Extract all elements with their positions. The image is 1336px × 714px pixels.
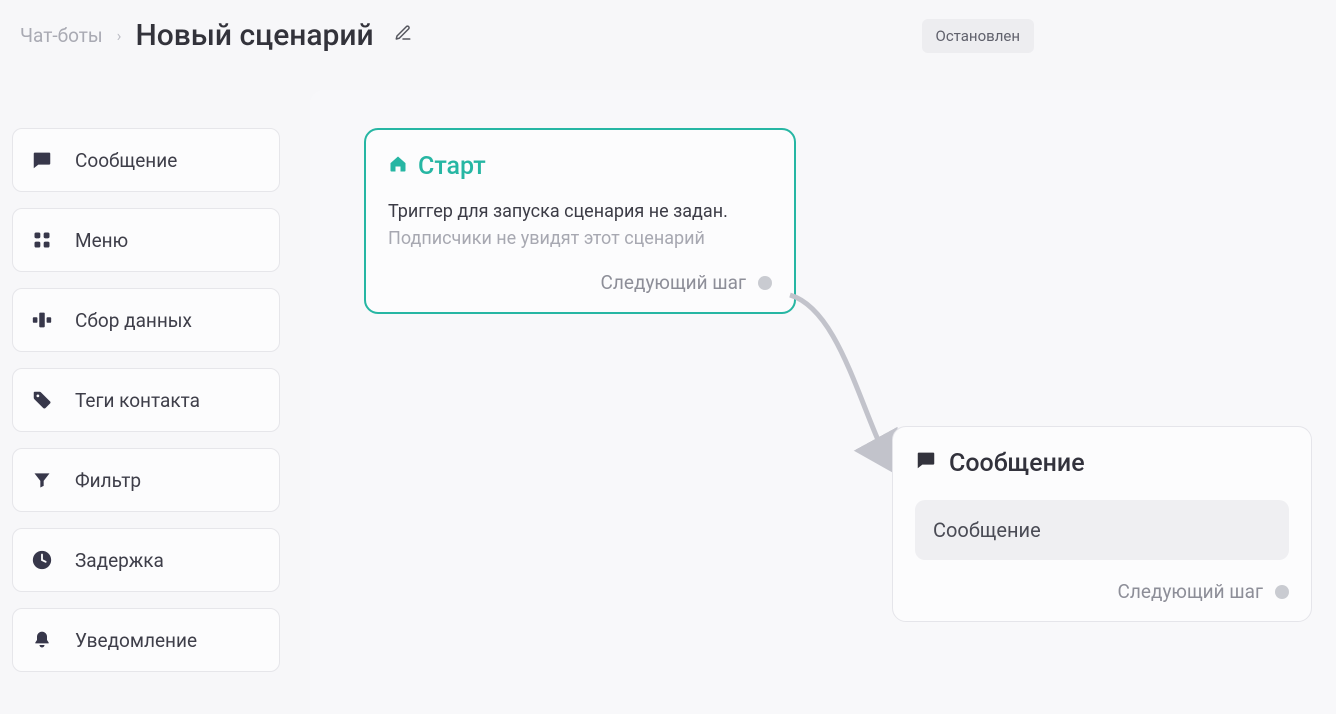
palette-item-message[interactable]: Сообщение	[12, 128, 280, 192]
node-message[interactable]: Сообщение Сообщение Следующий шаг	[892, 426, 1312, 622]
palette-item-filter[interactable]: Фильтр	[12, 448, 280, 512]
pencil-icon	[394, 27, 412, 46]
palette-label: Меню	[75, 229, 128, 252]
connector-dot[interactable]	[1275, 585, 1289, 599]
block-palette: Сообщение Меню Сбор данных Теги контакта…	[12, 128, 280, 672]
edit-title-button[interactable]	[388, 18, 418, 53]
home-icon	[388, 152, 408, 181]
bell-icon	[31, 629, 53, 651]
form-icon	[31, 309, 53, 331]
palette-label: Уведомление	[75, 629, 197, 652]
start-next-step[interactable]: Следующий шаг	[388, 271, 772, 294]
node-start[interactable]: Старт Триггер для запуска сценария не за…	[364, 128, 796, 314]
grid-icon	[31, 229, 53, 251]
palette-label: Теги контакта	[75, 389, 200, 412]
palette-label: Сообщение	[75, 149, 177, 172]
message-icon	[915, 449, 937, 478]
header: Чат-боты › Новый сценарий Остановлен	[0, 0, 1336, 71]
palette-item-notification[interactable]: Уведомление	[12, 608, 280, 672]
node-start-title: Старт	[388, 152, 772, 181]
start-trigger-text: Триггер для запуска сценария не задан.	[388, 201, 772, 222]
start-trigger-subtext: Подписчики не увидят этот сценарий	[388, 228, 772, 249]
message-icon	[31, 149, 53, 171]
message-body-input[interactable]: Сообщение	[915, 500, 1289, 560]
message-next-step[interactable]: Следующий шаг	[915, 580, 1289, 603]
node-message-title: Сообщение	[915, 449, 1289, 478]
next-step-label: Следующий шаг	[1118, 580, 1263, 603]
breadcrumb-root[interactable]: Чат-боты	[20, 24, 103, 47]
filter-icon	[31, 469, 53, 491]
connector-dot[interactable]	[758, 276, 772, 290]
palette-label: Сбор данных	[75, 309, 192, 332]
flow-canvas[interactable]: Старт Триггер для запуска сценария не за…	[310, 90, 1336, 714]
node-start-title-text: Старт	[418, 152, 486, 181]
palette-item-contact-tags[interactable]: Теги контакта	[12, 368, 280, 432]
node-message-title-text: Сообщение	[949, 449, 1085, 478]
palette-item-menu[interactable]: Меню	[12, 208, 280, 272]
status-badge: Остановлен	[922, 19, 1035, 53]
tag-icon	[31, 389, 53, 411]
chevron-right-icon: ›	[117, 26, 122, 45]
clock-icon	[31, 549, 53, 571]
page-title: Новый сценарий	[135, 18, 373, 53]
palette-label: Задержка	[75, 549, 164, 572]
palette-item-data-collection[interactable]: Сбор данных	[12, 288, 280, 352]
palette-item-delay[interactable]: Задержка	[12, 528, 280, 592]
next-step-label: Следующий шаг	[601, 271, 746, 294]
palette-label: Фильтр	[75, 469, 141, 492]
